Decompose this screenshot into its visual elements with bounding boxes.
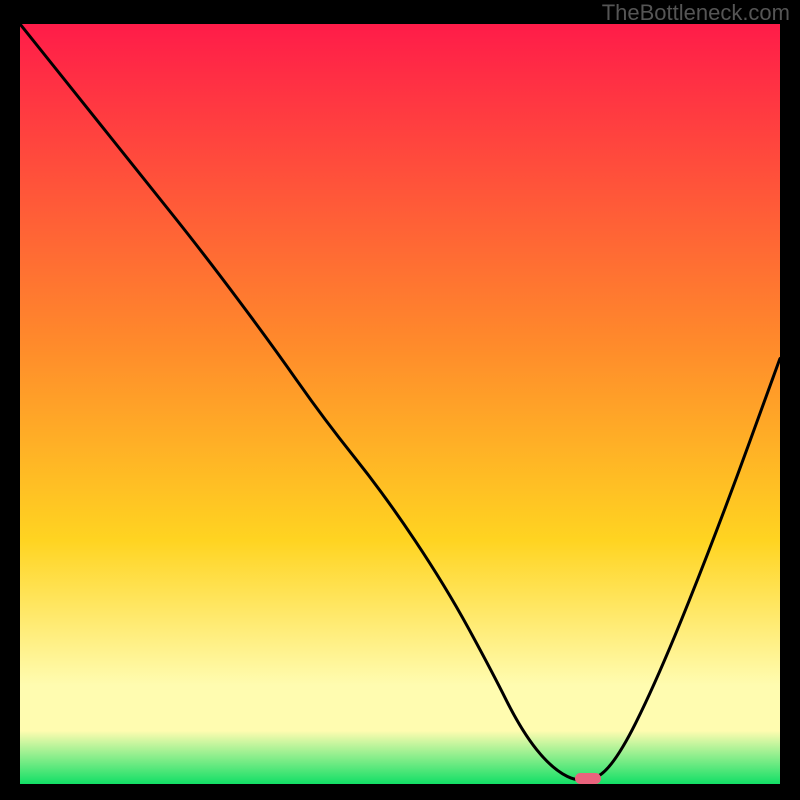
sweet-spot-marker <box>575 773 602 784</box>
bottleneck-curve <box>20 24 780 784</box>
chart-container: TheBottleneck.com <box>0 0 800 800</box>
watermark-text: TheBottleneck.com <box>602 0 790 26</box>
plot-area <box>20 24 780 784</box>
